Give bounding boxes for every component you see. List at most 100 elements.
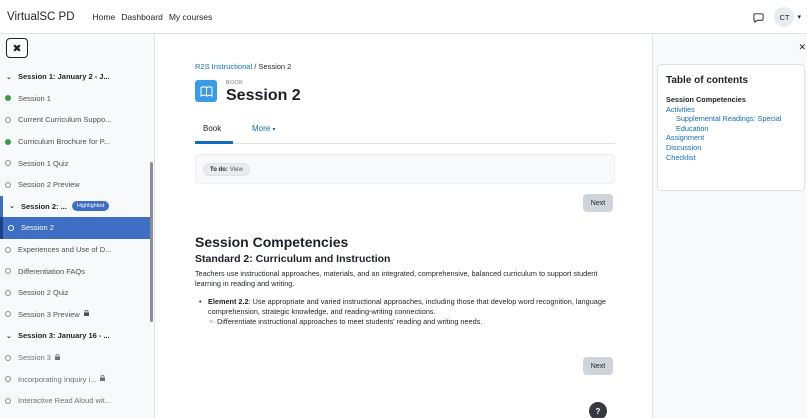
page-title: Session 2 — [226, 87, 301, 104]
toc-item[interactable]: Discussion — [666, 143, 796, 153]
lock-icon — [100, 374, 106, 383]
todo-value: View — [229, 166, 243, 173]
element-text-wrap: Element 2.2: Use appropriate and varied … — [208, 297, 625, 317]
toc-item: Session Competencies — [666, 95, 746, 104]
primary-navigation: Home Dashboard My courses — [93, 12, 213, 22]
bullet-marker: ○ — [209, 319, 213, 325]
chapter-heading: Session Competencies — [195, 234, 349, 250]
incomplete-dot-icon — [5, 268, 11, 275]
breadcrumb-current: Session 2 — [258, 62, 292, 71]
completed-dot-icon — [5, 95, 11, 102]
course-index-item[interactable]: Experiences and Use of D... — [0, 239, 150, 261]
chevron-down-icon[interactable]: ▾ — [797, 13, 801, 21]
table-of-contents-block: Table of contents Session Competencies Ac… — [657, 64, 805, 191]
course-index-item-label: Session 3 Preview — [18, 309, 80, 319]
todo-label: To do: — [210, 166, 228, 173]
course-index-item-label: Experiences and Use of D... — [18, 245, 112, 255]
course-index-item[interactable]: Interactive Read Aloud wit... — [0, 390, 150, 412]
close-course-index-button[interactable]: ✖ — [6, 38, 28, 58]
next-button-bottom[interactable]: Next — [583, 357, 613, 375]
toc-item[interactable]: Assignment — [666, 133, 796, 143]
incomplete-dot-icon — [5, 289, 11, 296]
toc-item[interactable]: Supplemental Readings: Special Education — [666, 114, 796, 133]
course-index-item-label: Interactive Read Aloud wit... — [18, 396, 111, 406]
site-brand[interactable]: VirtualSC PD — [7, 11, 75, 23]
course-section-label: Session 3: January 16 - ... — [18, 331, 110, 341]
nav-dashboard-link[interactable]: Dashboard — [121, 12, 163, 22]
tab-more-label: More — [252, 124, 271, 133]
tab-book[interactable]: Book — [203, 124, 221, 133]
sub-bullet-text: Differentiate instructional approaches t… — [217, 317, 483, 326]
course-index-item-label: Session 2 — [21, 223, 54, 233]
breadcrumb-separator: / — [254, 62, 257, 71]
incomplete-dot-icon — [8, 224, 14, 231]
main-content: R2S Instructional / Session 2 BOOK Sessi… — [155, 34, 652, 418]
chevron-down-icon[interactable]: ⌄ — [9, 202, 21, 210]
incomplete-dot-icon — [5, 181, 11, 188]
block-drawer: ✕ Table of contents Session Competencies… — [652, 34, 807, 418]
help-button[interactable]: ? — [589, 402, 607, 418]
course-index-item[interactable]: Session 3 Preview — [0, 304, 150, 326]
incomplete-dot-icon — [5, 397, 11, 404]
toc-title: Table of contents — [666, 75, 749, 86]
standard-paragraph: Teachers use instructional approaches, m… — [195, 269, 598, 288]
incomplete-dot-icon — [5, 354, 11, 361]
completed-dot-icon — [5, 138, 11, 145]
chapter-subheading: Standard 2: Curriculum and Instruction — [195, 253, 391, 265]
course-index-item[interactable]: Session 3 — [0, 347, 150, 369]
course-section-0[interactable]: ⌄ Session 1: January 2 - J... — [0, 66, 150, 88]
course-section-label: Session 2: ... — [21, 201, 67, 211]
user-area: CT ▾ — [752, 0, 807, 34]
course-index-item[interactable]: Session 3 Quiz — [0, 412, 150, 418]
next-button-top[interactable]: Next — [583, 194, 613, 212]
nav-my-courses-link[interactable]: My courses — [169, 12, 212, 22]
course-index-item-label: Curriculum Brochure for P... — [18, 137, 110, 147]
nav-home-link[interactable]: Home — [93, 12, 116, 22]
course-index-scrollbar[interactable] — [150, 162, 153, 322]
completion-requirement-badge: To do: View — [203, 163, 250, 176]
chat-icon[interactable] — [752, 11, 764, 23]
tab-more[interactable]: More ▾ — [252, 124, 275, 133]
course-index-drawer: ✖ ⌄ Session 1: January 2 - J... Session 1 C… — [0, 34, 155, 418]
highlighted-badge: Highlighted — [71, 201, 110, 212]
course-index-item-label: Incorporating Inquiry i... — [18, 374, 97, 384]
course-index-item[interactable]: Differentiation FAQs — [0, 260, 150, 282]
course-index-item[interactable]: Session 1 — [0, 88, 150, 110]
element-label: Element 2.2 — [208, 297, 249, 306]
incomplete-dot-icon — [5, 116, 11, 123]
secondary-navigation: Book More ▾ — [195, 114, 615, 144]
course-index-item-label: Session 1 Quiz — [18, 158, 69, 168]
activity-dates-box: To do: View — [195, 154, 615, 184]
chapter-content: Session Competencies Standard 2: Curricu… — [195, 234, 625, 327]
chevron-down-icon: ▾ — [272, 127, 276, 133]
book-icon — [195, 80, 217, 102]
active-tab-indicator — [195, 141, 233, 144]
chevron-down-icon[interactable]: ⌄ — [6, 73, 18, 81]
close-icon: ✖ — [12, 42, 22, 55]
toc-item[interactable]: Activities — [666, 105, 796, 115]
course-section-12[interactable]: ⌄ Session 3: January 16 - ... — [0, 325, 150, 347]
user-avatar[interactable]: CT — [774, 7, 795, 27]
incomplete-dot-icon — [5, 311, 11, 318]
breadcrumb-parent-link[interactable]: R2S Instructional — [195, 62, 252, 71]
course-index-item-label: Differentiation FAQs — [18, 266, 85, 276]
course-index-item[interactable]: Incorporating Inquiry i... — [0, 368, 150, 390]
course-index-item-label: Session 2 Quiz — [18, 288, 69, 298]
element-list: • Element 2.2: Use appropriate and varie… — [195, 297, 625, 327]
element-text: : Use appropriate and varied instruction… — [208, 297, 606, 316]
course-index-item-label: Current Curriculum Suppo... — [18, 115, 112, 125]
course-index-item[interactable]: Session 2 Preview — [0, 174, 150, 196]
course-index-item-label: Session 3 — [18, 353, 51, 363]
course-index-item[interactable]: Curriculum Brochure for P... — [0, 131, 150, 153]
toc-item[interactable]: Checklist — [666, 153, 796, 163]
course-index-item[interactable]: Current Curriculum Suppo... — [0, 109, 150, 131]
course-index-item[interactable]: Session 1 Quiz — [0, 152, 150, 174]
course-index-item[interactable]: Session 2 Quiz — [0, 282, 150, 304]
course-index-item[interactable]: Session 2 — [0, 217, 150, 239]
close-icon[interactable]: ✕ — [798, 42, 806, 53]
list-item: • Element 2.2: Use appropriate and varie… — [195, 297, 625, 317]
course-section-6[interactable]: ⌄ Session 2: ... Highlighted — [0, 195, 150, 218]
list-item: ○ Differentiate instructional approaches… — [195, 317, 625, 327]
chevron-down-icon[interactable]: ⌄ — [6, 332, 18, 340]
top-navbar: VirtualSC PD Home Dashboard My courses C… — [0, 0, 807, 34]
